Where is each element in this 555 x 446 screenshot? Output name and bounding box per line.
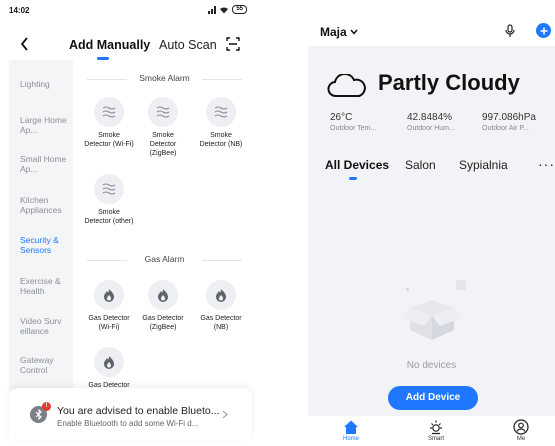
device-gas-detector-other[interactable]: Gas Detector [84,347,134,390]
smoke-icon [206,97,236,127]
stat-temperature: 26°C Outdoor Tem... [330,112,377,132]
status-time: 14:02 [9,6,30,15]
category-gateway-control[interactable]: Gateway Control [20,355,75,375]
weather-condition: Partly Cloudy [378,70,520,95]
nav-me[interactable]: Me [496,419,546,442]
add-device-button[interactable]: Add Device [388,386,478,410]
home-name: Maja [320,25,347,39]
device-gas-detector-zigbee[interactable]: Gas Detector (ZigBee) [138,280,188,332]
more-options-icon[interactable]: ··· [538,156,555,172]
section-title-gas-alarm: Gas Alarm [87,254,242,266]
category-small-home-appliances[interactable]: Small Home Ap... [20,154,75,174]
cloud-icon [327,74,366,97]
category-sidebar: Lighting Large Home Ap... Small Home Ap.… [9,60,73,390]
chevron-down-icon [350,29,358,35]
home-selector[interactable]: Maja [320,25,358,39]
flame-icon [94,347,124,377]
tab-add-manually[interactable]: Add Manually [69,38,150,52]
device-list: Smoke Alarm Smoke Detector (Wi-Fi) Smoke… [75,60,255,390]
bottom-nav: Home Smart Me [308,416,555,446]
add-device-screen: 14:02 55 Add Manually Auto Scan Lighting… [0,0,255,446]
active-room-indicator [349,177,357,180]
category-kitchen-appliances[interactable]: Kitchen Appliances [20,195,75,215]
smoke-icon [94,174,124,204]
flame-icon [94,280,124,310]
category-large-home-appliances[interactable]: Large Home Ap... [20,115,75,135]
microphone-icon[interactable] [505,24,515,38]
smoke-icon [148,97,178,127]
room-tab-salon[interactable]: Salon [405,158,436,172]
battery-icon: 55 [232,5,247,14]
device-smoke-detector-zigbee[interactable]: Smoke Detector (ZigBee) [138,97,188,158]
chevron-right-icon [222,410,228,419]
status-bar: 14:02 55 [0,0,255,22]
nav-smart[interactable]: Smart [411,419,461,442]
device-gas-detector-wifi[interactable]: Gas Detector (Wi-Fi) [84,280,134,332]
empty-box-illustration [402,280,466,340]
room-tab-all-devices[interactable]: All Devices [325,158,389,172]
bluetooth-banner-subtitle: Enable Bluetooth to add some Wi-Fi d... [57,419,199,428]
flame-icon [206,280,236,310]
category-video-surveillance[interactable]: Video Surv eillance [20,316,75,336]
wifi-icon [220,6,229,13]
device-gas-detector-nb[interactable]: Gas Detector (NB) [196,280,246,332]
device-smoke-detector-other[interactable]: Smoke Detector (other) [84,174,134,226]
alert-badge: ! [42,402,51,411]
tab-auto-scan[interactable]: Auto Scan [159,38,217,52]
bluetooth-banner-title: You are advised to enable Blueto... [57,405,220,417]
empty-state-text: No devices [406,360,457,371]
scan-icon[interactable] [226,37,240,51]
home-screen: Maja Partly Cloudy 26°C Outdoor Tem... 4… [308,0,555,446]
stat-air-pressure: 997.086hPa Outdoor Air P... [482,112,536,132]
add-button[interactable] [536,23,551,38]
category-security-sensors[interactable]: Security & Sensors [20,235,75,255]
nav-home[interactable]: Home [326,419,376,442]
sun-icon [430,420,442,435]
device-smoke-detector-wifi[interactable]: Smoke Detector (Wi-Fi) [84,97,134,149]
home-icon [344,420,358,434]
room-tab-sypialnia[interactable]: Sypialnia [459,158,508,172]
device-smoke-detector-nb[interactable]: Smoke Detector (NB) [196,97,246,149]
category-lighting[interactable]: Lighting [20,79,75,89]
top-nav: Add Manually Auto Scan [0,30,255,60]
flame-icon [148,280,178,310]
category-exercise-health[interactable]: Exercise & Health [20,276,75,296]
section-title-smoke-alarm: Smoke Alarm [87,73,242,85]
bluetooth-banner[interactable]: ! You are advised to enable Blueto... En… [9,388,252,440]
stat-humidity: 42.8484% Outdoor Hum... [407,112,455,132]
smoke-icon [94,97,124,127]
back-icon[interactable] [18,35,32,53]
plus-icon [540,27,547,34]
user-icon [513,419,529,435]
signal-icon [208,5,217,14]
